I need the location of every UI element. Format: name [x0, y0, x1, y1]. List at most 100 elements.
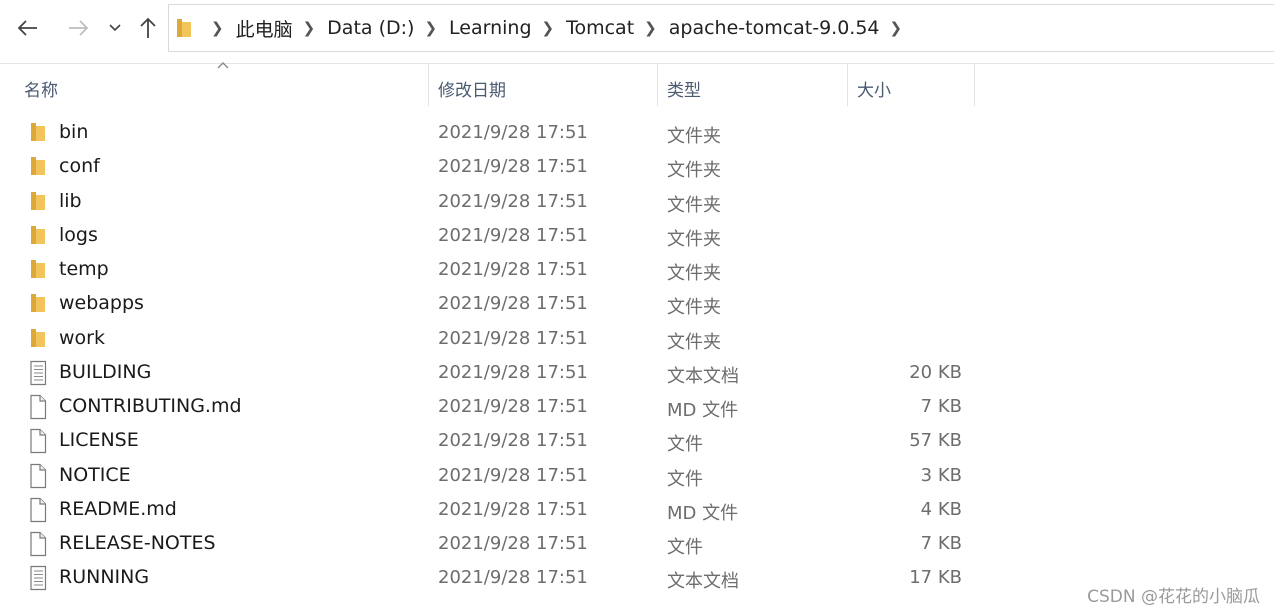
file-name[interactable]: webapps	[59, 292, 144, 314]
folder-icon	[28, 326, 48, 354]
column-header-name[interactable]: 名称	[24, 72, 428, 104]
navigation-bar: ❯ 此电脑 ❯ Data (D:) ❯ Learning ❯ Tomcat ❯ …	[0, 0, 1274, 56]
column-header-size[interactable]: 大小	[857, 72, 973, 104]
file-date-modified: 2021/9/28 17:51	[438, 224, 588, 246]
file-type: 文件	[667, 468, 703, 490]
file-date-modified: 2021/9/28 17:51	[438, 396, 588, 417]
back-button[interactable]	[14, 14, 42, 42]
chevron-right-icon[interactable]: ❯	[211, 19, 224, 37]
file-date-modified: 2021/9/28 17:51	[438, 327, 588, 349]
file-date-modified: 2021/9/28 17:51	[438, 293, 588, 315]
text-document-icon	[28, 565, 48, 595]
file-name[interactable]: temp	[59, 258, 109, 280]
file-name[interactable]: BUILDING	[59, 361, 151, 383]
column-header-date[interactable]: 修改日期	[438, 72, 656, 104]
file-name[interactable]: RUNNING	[59, 566, 149, 588]
chevron-right-icon[interactable]: ❯	[890, 19, 903, 37]
breadcrumb-tomcat[interactable]: Tomcat	[566, 17, 634, 39]
address-bar[interactable]: ❯ 此电脑 ❯ Data (D:) ❯ Learning ❯ Tomcat ❯ …	[168, 4, 1274, 52]
file-row[interactable]: RUNNING 2021/9/28 17:51 文本文档 17 KB	[0, 561, 980, 595]
file-size: 57 KB	[909, 430, 962, 452]
file-type: 文件	[667, 434, 703, 456]
breadcrumb-apache-tomcat[interactable]: apache-tomcat-9.0.54	[669, 17, 880, 39]
file-row[interactable]: NOTICE 2021/9/28 17:51 文件 3 KB	[0, 459, 980, 493]
column-divider[interactable]	[974, 64, 975, 106]
file-row[interactable]: LICENSE 2021/9/28 17:51 文件 57 KB	[0, 424, 980, 458]
folder-icon	[28, 257, 48, 285]
file-name[interactable]: conf	[59, 155, 100, 177]
file-date-modified: 2021/9/28 17:51	[438, 259, 588, 280]
chevron-right-icon[interactable]: ❯	[644, 19, 657, 37]
file-icon	[28, 497, 48, 527]
file-name[interactable]: bin	[59, 121, 88, 143]
file-row[interactable]: CONTRIBUTING.md 2021/9/28 17:51 MD 文件 7 KB	[0, 390, 980, 424]
arrow-left-icon	[17, 20, 37, 36]
chevron-down-icon	[109, 24, 121, 32]
file-name[interactable]: CONTRIBUTING.md	[59, 395, 242, 417]
chevron-right-icon[interactable]: ❯	[424, 19, 437, 37]
chevron-right-icon[interactable]: ❯	[303, 19, 316, 37]
forward-button[interactable]	[64, 14, 92, 42]
file-icon	[28, 463, 48, 493]
file-row[interactable]: lib 2021/9/28 17:51 文件夹	[0, 185, 980, 219]
file-type: 文件夹	[667, 160, 721, 182]
file-type: 文本文档	[667, 571, 739, 593]
file-date-modified: 2021/9/28 17:51	[438, 122, 588, 143]
folder-icon	[28, 154, 48, 182]
file-type: 文件夹	[667, 194, 721, 216]
column-divider[interactable]	[428, 64, 429, 106]
file-type: 文件夹	[667, 297, 721, 319]
file-name[interactable]: work	[59, 327, 105, 349]
file-row[interactable]: BUILDING 2021/9/28 17:51 文本文档 20 KB	[0, 356, 980, 390]
file-name[interactable]: logs	[59, 224, 98, 246]
file-name[interactable]: README.md	[59, 498, 177, 520]
file-type: 文件夹	[667, 331, 721, 353]
folder-icon	[177, 19, 191, 37]
file-row[interactable]: RELEASE-NOTES 2021/9/28 17:51 文件 7 KB	[0, 527, 980, 561]
arrow-right-icon	[69, 20, 89, 36]
file-size: 7 KB	[920, 396, 962, 417]
file-date-modified: 2021/9/28 17:51	[438, 190, 588, 212]
file-icon	[28, 394, 48, 424]
file-row[interactable]: temp 2021/9/28 17:51 文件夹	[0, 253, 980, 287]
file-date-modified: 2021/9/28 17:51	[438, 533, 588, 554]
recent-locations-button[interactable]	[101, 14, 129, 42]
file-row[interactable]: README.md 2021/9/28 17:51 MD 文件 4 KB	[0, 493, 980, 527]
breadcrumb-learning[interactable]: Learning	[449, 17, 532, 39]
column-header-type[interactable]: 类型	[667, 72, 847, 104]
file-name[interactable]: lib	[59, 190, 82, 212]
folder-icon	[28, 291, 48, 319]
up-button[interactable]	[134, 14, 162, 42]
file-name[interactable]: RELEASE-NOTES	[59, 532, 216, 554]
file-type: 文件夹	[667, 263, 721, 284]
breadcrumb-this-pc[interactable]: 此电脑	[236, 15, 293, 42]
file-type: 文件夹	[667, 228, 721, 250]
breadcrumb-data-drive[interactable]: Data (D:)	[327, 17, 414, 39]
file-row[interactable]: work 2021/9/28 17:51 文件夹	[0, 322, 980, 356]
file-date-modified: 2021/9/28 17:51	[438, 567, 588, 589]
file-size: 17 KB	[909, 567, 962, 589]
folder-icon	[28, 120, 48, 148]
file-row[interactable]: conf 2021/9/28 17:51 文件夹	[0, 150, 980, 184]
file-type: MD 文件	[667, 400, 739, 421]
file-size: 20 KB	[909, 361, 962, 383]
column-divider[interactable]	[847, 64, 848, 106]
file-size: 3 KB	[920, 464, 962, 486]
file-row[interactable]: webapps 2021/9/28 17:51 文件夹	[0, 287, 980, 321]
file-type: 文件夹	[667, 126, 721, 147]
file-name[interactable]: LICENSE	[59, 429, 139, 451]
file-row[interactable]: bin 2021/9/28 17:51 文件夹	[0, 116, 980, 150]
file-date-modified: 2021/9/28 17:51	[438, 430, 588, 452]
file-date-modified: 2021/9/28 17:51	[438, 464, 588, 486]
file-type: 文件	[667, 537, 703, 558]
file-date-modified: 2021/9/28 17:51	[438, 156, 588, 178]
sort-ascending-icon	[217, 62, 229, 69]
file-row[interactable]: logs 2021/9/28 17:51 文件夹	[0, 219, 980, 253]
folder-icon	[28, 223, 48, 251]
column-divider[interactable]	[657, 64, 658, 106]
chevron-right-icon[interactable]: ❯	[542, 19, 555, 37]
file-name[interactable]: NOTICE	[59, 464, 131, 486]
file-date-modified: 2021/9/28 17:51	[438, 361, 588, 383]
file-icon	[28, 531, 48, 561]
text-document-icon	[28, 360, 48, 390]
